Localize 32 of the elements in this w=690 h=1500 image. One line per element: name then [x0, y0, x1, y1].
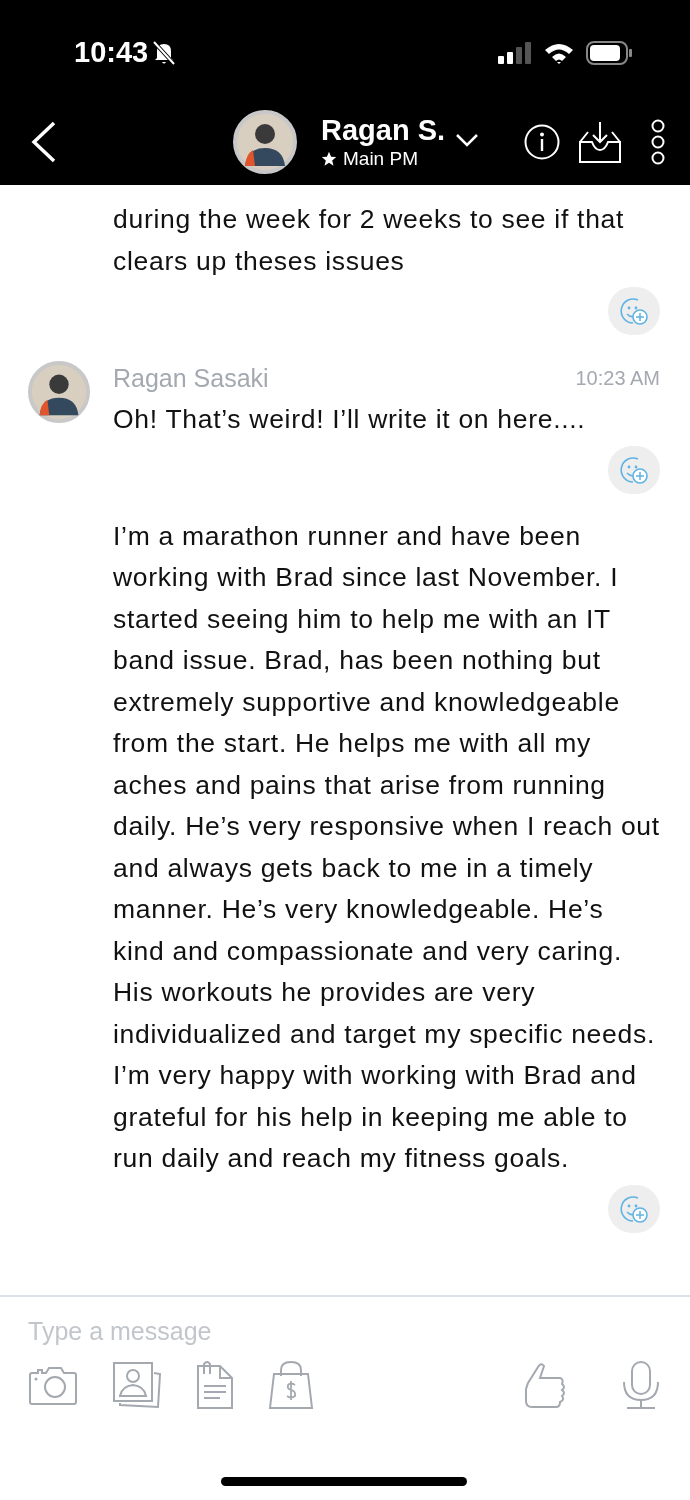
add-reaction-button[interactable] — [608, 287, 660, 335]
wifi-icon — [544, 41, 574, 64]
contact-name[interactable]: Ragan S. — [321, 113, 446, 147]
add-reaction-button[interactable] — [608, 445, 660, 494]
chevron-down-icon[interactable] — [455, 133, 480, 147]
star-icon — [321, 151, 337, 167]
inbox-download-icon[interactable] — [578, 120, 622, 164]
thumbs-up-icon[interactable] — [524, 1361, 568, 1409]
battery-icon — [586, 40, 632, 65]
document-attachment-icon[interactable] — [196, 1360, 234, 1410]
add-reaction-icon — [619, 454, 649, 485]
back-button[interactable] — [30, 120, 58, 164]
photos-icon[interactable] — [112, 1361, 162, 1409]
add-reaction-button[interactable] — [608, 1184, 660, 1233]
signal-icon — [498, 41, 532, 64]
add-reaction-icon — [619, 296, 649, 326]
avatar — [233, 110, 297, 174]
message-time: 10:23 AM — [575, 366, 660, 390]
more-icon[interactable] — [650, 119, 666, 165]
message-text: Oh! That’s weird! I’ll write it on here.... — [113, 403, 587, 436]
message-text: I’m a marathon runner and have been working with Brad since last November. I started seeing him to help me with an IT band issue. Brad, has been nothing but extremely supportive and knowledgeable from the start. He helps me with all my aches and pains that arise from running daily. He’s very responsive when I reach out and always gets back to me in a timely manner. He’s very knowledgeable. He’s kind and compassionate and very caring. His workouts he provides are very individualized and target my specific needs. I’m very happy with working with Brad and grateful for his help in keeping me able to run daily and reach my fitness goals. — [113, 519, 660, 1175]
status-time: 10:43 — [74, 36, 149, 69]
info-icon[interactable] — [524, 124, 560, 160]
shopping-bag-icon[interactable] — [268, 1360, 314, 1410]
bell-slash-icon — [152, 39, 177, 66]
add-reaction-icon — [619, 1193, 649, 1224]
sender-name: Ragan Sasaki — [113, 363, 269, 393]
message-text: during the week for 2 weeks to see if that clears up theses issues — [113, 203, 626, 278]
camera-icon[interactable] — [28, 1364, 78, 1406]
microphone-icon[interactable] — [622, 1360, 660, 1410]
contact-role: Main PM — [343, 147, 418, 171]
avatar — [28, 361, 90, 423]
